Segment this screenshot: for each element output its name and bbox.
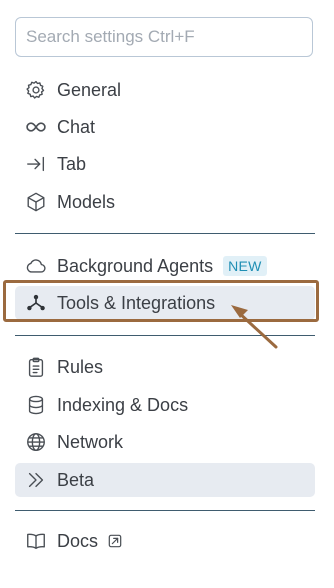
new-badge: NEW (223, 256, 267, 276)
nav-item-chat[interactable]: Chat (15, 110, 315, 144)
database-icon (25, 394, 47, 416)
arrow-to-line-icon (25, 153, 47, 175)
open-book-icon (25, 530, 47, 552)
external-link-icon (108, 534, 122, 548)
nav-label-models: Models (57, 191, 116, 212)
nav-item-general[interactable]: General (15, 73, 315, 107)
clipboard-icon (25, 356, 47, 378)
nav-label-general: General (57, 79, 122, 100)
section-divider (15, 233, 315, 234)
nav-item-background-agents[interactable]: Background Agents NEW (15, 249, 315, 283)
nav-label-indexing-docs: Indexing & Docs (57, 394, 189, 415)
nav-item-network[interactable]: Network (15, 425, 315, 459)
search-input[interactable] (15, 17, 313, 57)
cloud-icon (25, 255, 47, 277)
settings-sidebar: General Chat Tab Models (0, 0, 334, 588)
nav-label-network: Network (57, 431, 124, 452)
cube-icon (25, 191, 47, 213)
nav-label-beta: Beta (57, 469, 95, 490)
nav-item-tools-integrations[interactable]: Tools & Integrations (15, 286, 315, 320)
nav-item-beta[interactable]: Beta (15, 463, 315, 497)
section-divider (15, 510, 315, 511)
nav-label-background-agents: Background Agents (57, 255, 214, 276)
nav-item-models[interactable]: Models (15, 185, 315, 219)
section-divider (15, 335, 315, 336)
nav-item-docs[interactable]: Docs (15, 524, 315, 558)
nav-label-rules: Rules (57, 356, 104, 377)
nav-label-chat: Chat (57, 116, 96, 137)
nav-label-tab: Tab (57, 153, 87, 174)
globe-icon (25, 431, 47, 453)
gear-icon (25, 79, 47, 101)
nav-label-docs: Docs (57, 530, 99, 551)
nav-item-rules[interactable]: Rules (15, 350, 315, 384)
nav-item-indexing-docs[interactable]: Indexing & Docs (15, 388, 315, 422)
nav-item-tab[interactable]: Tab (15, 147, 315, 181)
nav-label-tools-integrations: Tools & Integrations (57, 292, 216, 313)
infinity-icon (25, 116, 47, 138)
network-nodes-icon (25, 292, 47, 314)
double-chevron-right-icon (25, 469, 47, 491)
